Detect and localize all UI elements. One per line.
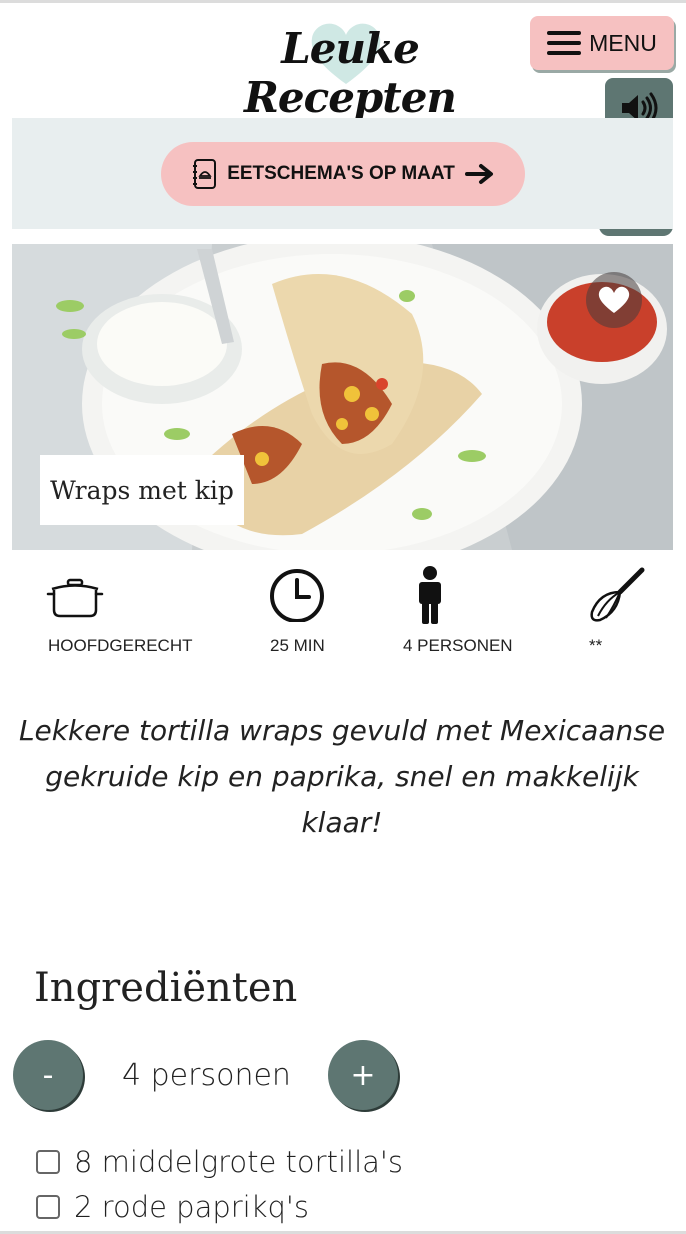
recipe-title: Wraps met kip <box>40 455 244 525</box>
ingredient-checkbox[interactable] <box>36 1150 60 1174</box>
site-logo[interactable]: Leuke Recepten <box>190 18 510 122</box>
favorite-button[interactable] <box>586 272 642 328</box>
notebook-icon <box>193 159 217 189</box>
top-border <box>0 0 686 3</box>
difficulty-label: ** <box>589 636 603 655</box>
whisk-icon <box>590 567 645 622</box>
cooking-pot-icon <box>46 578 104 618</box>
logo-text: Leuke Recepten <box>244 24 457 122</box>
course-icon-wrap <box>46 562 104 626</box>
ingredient-checkbox[interactable] <box>36 1195 60 1219</box>
hamburger-icon <box>547 31 582 55</box>
ingredients-heading: Ingrediënten <box>34 965 298 1011</box>
time-label: 25 MIN <box>270 636 325 655</box>
ingredient-item[interactable]: 2 rode paprikq's <box>36 1190 309 1224</box>
decrease-servings-button[interactable]: - <box>13 1040 83 1110</box>
ingredient-label: 2 rode paprikq's <box>74 1190 310 1224</box>
servings-icon-wrap <box>412 562 448 630</box>
servings-count: 4 personen <box>122 1058 291 1093</box>
menu-button[interactable]: MENU <box>530 16 674 70</box>
increase-servings-button[interactable]: + <box>328 1040 398 1110</box>
arrow-right-icon <box>464 164 493 184</box>
difficulty-icon-wrap <box>586 562 648 630</box>
promo-banner: EETSCHEMA'S OP MAAT <box>12 118 673 229</box>
heart-icon <box>598 286 630 313</box>
servings-label: 4 PERSONEN <box>403 636 513 655</box>
ingredient-label: 8 middelgrote tortilla's <box>74 1145 403 1179</box>
clock-icon <box>270 569 324 623</box>
person-icon <box>419 566 441 624</box>
meal-plan-label: EETSCHEMA'S OP MAAT <box>227 163 455 184</box>
course-label: HOOFDGERECHT <box>48 636 193 655</box>
time-icon-wrap <box>267 562 327 626</box>
recipe-intro: Lekkere tortilla wraps gevuld met Mexica… <box>18 714 666 839</box>
meal-plan-button[interactable]: EETSCHEMA'S OP MAAT <box>161 142 525 206</box>
ingredient-item[interactable]: 8 middelgrote tortilla's <box>36 1145 403 1179</box>
menu-label: MENU <box>589 29 657 56</box>
